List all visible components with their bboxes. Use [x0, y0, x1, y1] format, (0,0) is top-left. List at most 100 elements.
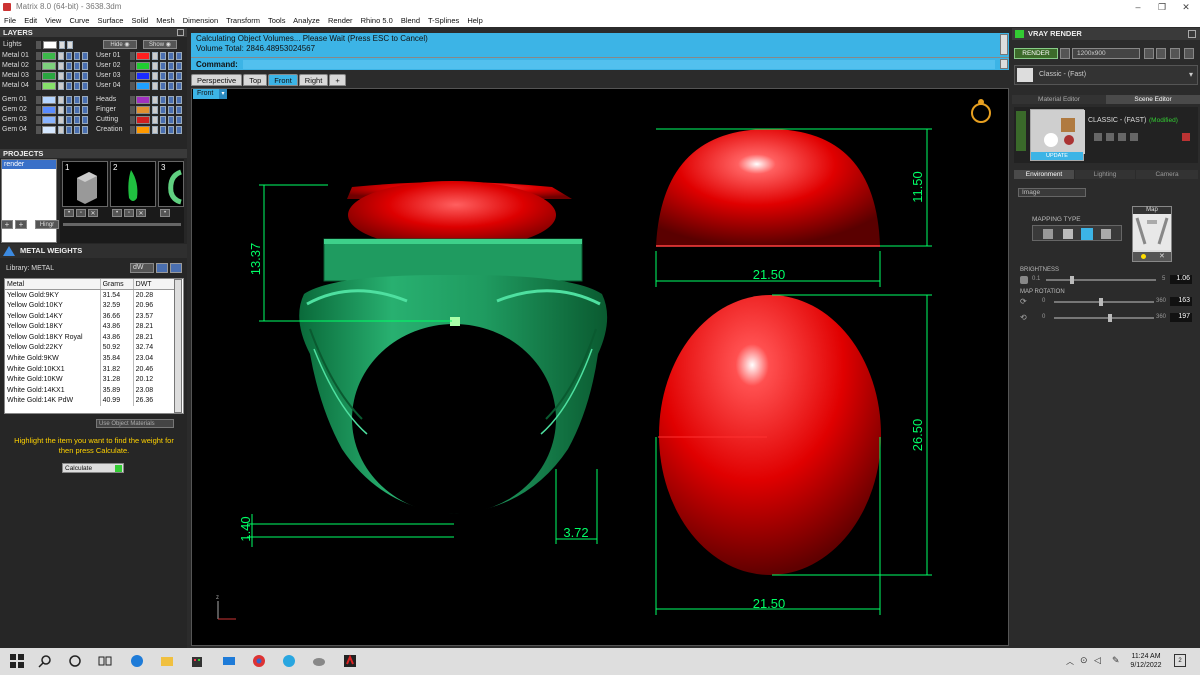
layer-select-icon[interactable]: [168, 126, 174, 134]
layer-row[interactable]: User 01: [96, 51, 186, 61]
layer-lock-icon[interactable]: [152, 126, 158, 134]
map-cube-icon[interactable]: [1063, 229, 1073, 239]
layer-lock-icon[interactable]: [58, 106, 64, 114]
layer-render-icon[interactable]: [176, 96, 182, 104]
thumb-save-icon[interactable]: ▫: [76, 209, 86, 217]
layer-render-icon[interactable]: [176, 62, 182, 70]
action-icon-2[interactable]: [1106, 133, 1114, 141]
layer-color-swatch[interactable]: [42, 82, 56, 90]
tab-material-editor[interactable]: Material Editor: [1012, 95, 1106, 104]
layer-arrow-icon[interactable]: [130, 106, 135, 114]
menu-blend[interactable]: Blend: [401, 16, 420, 25]
menu-solid[interactable]: Solid: [132, 16, 149, 25]
layer-row[interactable]: User 04: [96, 81, 186, 91]
layer-select-icon[interactable]: [74, 82, 80, 90]
windows-start-icon[interactable]: [10, 654, 24, 668]
menu-edit[interactable]: Edit: [24, 16, 37, 25]
layer-visible-icon[interactable]: [66, 72, 72, 80]
menu-transform[interactable]: Transform: [226, 16, 260, 25]
close-panel-icon[interactable]: [177, 29, 184, 36]
layer-visible-icon[interactable]: [66, 126, 72, 134]
hinge-button[interactable]: Hingr: [35, 220, 59, 229]
project-thumb-2[interactable]: 2: [110, 161, 156, 207]
layer-select-icon[interactable]: [74, 62, 80, 70]
menu-file[interactable]: File: [4, 16, 16, 25]
task-view-icon[interactable]: [98, 654, 112, 668]
layer-arrow-icon[interactable]: [36, 106, 41, 114]
material-preview[interactable]: UPDATE: [1030, 109, 1085, 161]
copy-icon[interactable]: [1184, 48, 1194, 59]
layer-visible-icon[interactable]: [160, 96, 166, 104]
preset-row[interactable]: Classic - (Fast) ▾: [1014, 65, 1198, 85]
layer-lock-icon[interactable]: [58, 96, 64, 104]
thumb-action-icon-3[interactable]: •: [160, 209, 170, 217]
layer-visible-icon[interactable]: [66, 62, 72, 70]
table-scrollbar[interactable]: [174, 279, 182, 413]
col-grams[interactable]: Grams: [100, 279, 134, 291]
close-button[interactable]: ✕: [1174, 0, 1198, 14]
layer-lock-icon[interactable]: [152, 72, 158, 80]
menu-mesh[interactable]: Mesh: [156, 16, 174, 25]
calculate-button[interactable]: Calculate: [62, 463, 124, 473]
front-viewport[interactable]: 13.37 11.50 21.50 26.50 21.50 1.40 3.72 …: [191, 88, 1009, 646]
tab-perspective[interactable]: Perspective: [191, 74, 243, 86]
brightness-slider-thumb[interactable]: [1070, 276, 1075, 284]
layer-arrow-icon[interactable]: [36, 116, 41, 124]
layer-lock-icon[interactable]: [152, 82, 158, 90]
layer-row[interactable]: Creation: [96, 125, 186, 135]
layer-lock-icon[interactable]: [58, 52, 64, 60]
layer-row[interactable]: Cutting: [96, 115, 186, 125]
thumb-save-icon-2[interactable]: ▫: [124, 209, 134, 217]
lights-visible-icon[interactable]: [67, 41, 73, 49]
table-row[interactable]: White Gold:14KX1 35.89 23.08: [5, 384, 176, 396]
mail-icon[interactable]: [222, 654, 236, 668]
layer-lock-icon[interactable]: [58, 82, 64, 90]
layer-select-icon[interactable]: [74, 72, 80, 80]
table-row[interactable]: Yellow Gold:9KY 31.54 20.28: [5, 289, 176, 301]
menu-render[interactable]: Render: [328, 16, 353, 25]
layer-color-swatch[interactable]: [42, 106, 56, 114]
action-icon-4[interactable]: [1130, 133, 1138, 141]
delete-icon[interactable]: [1182, 133, 1190, 141]
close-panel-icon[interactable]: [1188, 30, 1196, 38]
layer-select-icon[interactable]: [168, 52, 174, 60]
layer-visible-icon[interactable]: [160, 126, 166, 134]
cortana-icon[interactable]: [68, 654, 82, 668]
layer-row[interactable]: Gem 01: [2, 95, 92, 105]
render-button[interactable]: RENDER: [1014, 48, 1058, 59]
layer-visible-icon[interactable]: [160, 62, 166, 70]
layer-color-swatch[interactable]: [136, 72, 150, 80]
map-cylinder-icon[interactable]: [1101, 229, 1111, 239]
table-row[interactable]: Yellow Gold:10KY 32.59 20.96: [5, 300, 176, 311]
layer-row[interactable]: Metal 04: [2, 81, 92, 91]
add-child-button[interactable]: +: [15, 220, 27, 229]
expand-handle[interactable]: [1016, 111, 1026, 151]
layer-render-icon[interactable]: [82, 96, 88, 104]
layer-arrow-icon[interactable]: [130, 82, 135, 90]
layer-render-icon[interactable]: [176, 82, 182, 90]
tab-lighting[interactable]: Lighting: [1075, 170, 1135, 179]
layer-arrow-icon[interactable]: [36, 62, 41, 70]
tab-camera[interactable]: Camera: [1136, 170, 1198, 179]
layer-arrow-icon[interactable]: [130, 126, 135, 134]
projects-scrollbar[interactable]: [63, 223, 181, 226]
tab-top[interactable]: Top: [243, 74, 268, 86]
layer-render-icon[interactable]: [82, 116, 88, 124]
app-icon[interactable]: [282, 654, 296, 668]
layer-color-swatch[interactable]: [136, 106, 150, 114]
table-row[interactable]: Yellow Gold:14KY 36.66 23.57: [5, 310, 176, 322]
layer-row[interactable]: User 03: [96, 71, 186, 81]
layer-color-swatch[interactable]: [136, 52, 150, 60]
prev-icon[interactable]: [1144, 48, 1154, 59]
layer-render-icon[interactable]: [176, 126, 182, 134]
clock[interactable]: 11:24 AM 9/12/2022: [1126, 652, 1166, 670]
layer-render-icon[interactable]: [82, 52, 88, 60]
layer-visible-icon[interactable]: [66, 52, 72, 60]
next-icon[interactable]: [1156, 48, 1166, 59]
volume-icon[interactable]: ◁: [1094, 655, 1101, 666]
layer-row[interactable]: Metal 02: [2, 61, 92, 71]
render-settings-icon[interactable]: [1060, 48, 1070, 59]
layer-arrow-icon[interactable]: [130, 72, 135, 80]
map-preview[interactable]: Map ✕: [1132, 206, 1172, 262]
lights-arrow-icon[interactable]: [36, 41, 41, 49]
